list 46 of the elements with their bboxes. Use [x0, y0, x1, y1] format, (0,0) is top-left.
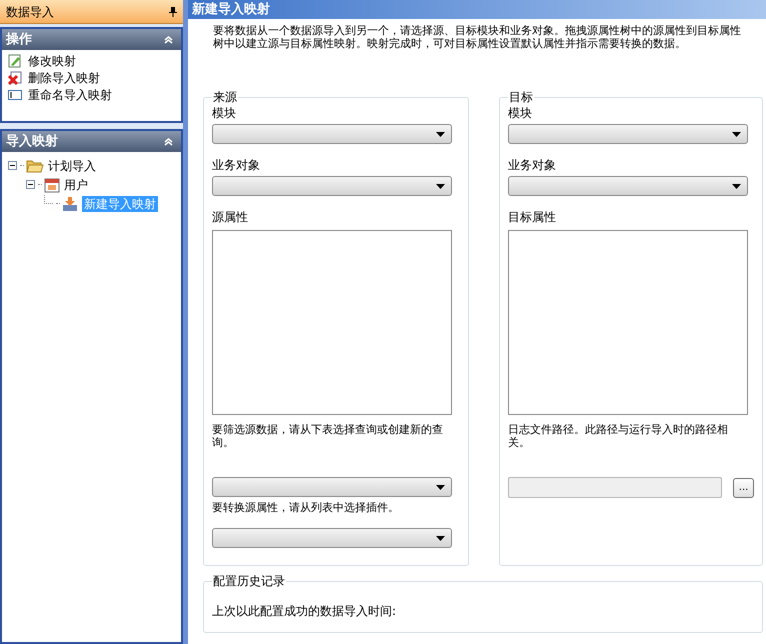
- collapse-icon[interactable]: [8, 161, 17, 170]
- dropdown[interactable]: [508, 176, 748, 196]
- mapping-icon: [62, 196, 80, 212]
- last-import-label: 上次以此配置成功的数据导入时间:: [212, 603, 398, 620]
- field-label: 源属性: [212, 210, 248, 224]
- hint-text: 日志文件路径。此路径与运行导入时的路径相关。: [508, 423, 729, 449]
- description: 要将数据从一个数据源导入到另一个，请选择源、目标模块和业务对象。拖拽源属性树中的源属性到目标属性树中以建立源与目标属性映射。映射完成时，可对目标属性设置默认属性并指示需要转换的数据。: [213, 24, 741, 50]
- group-title: 配置历史记录: [212, 573, 286, 590]
- field-label: 业务对象: [212, 158, 260, 172]
- dropdown[interactable]: [212, 176, 452, 196]
- rename-icon: [8, 90, 22, 100]
- delete-icon: [8, 70, 22, 84]
- folder-icon: [26, 158, 44, 172]
- caret-icon: [732, 132, 741, 136]
- page-title-bar: 新建导入映射: [188, 0, 766, 19]
- dropdown[interactable]: [212, 528, 452, 548]
- field-label: 模块: [508, 106, 532, 120]
- pencil-icon: [8, 54, 22, 68]
- hint-text: 要转换源属性，请从列表中选择插件。: [212, 501, 400, 514]
- caret-icon: [436, 484, 445, 490]
- calendar-icon: [44, 176, 60, 192]
- dropdown[interactable]: [212, 124, 452, 144]
- dropdown[interactable]: [212, 477, 452, 497]
- hint-text: 要筛选源数据，请从下表选择查询或创建新的查询。: [212, 423, 444, 449]
- collapse-icon[interactable]: [26, 180, 35, 189]
- field-label: 业务对象: [508, 158, 556, 172]
- field-label: 目标属性: [508, 210, 556, 224]
- action-link[interactable]: 重命名导入映射: [28, 86, 112, 104]
- caret-icon: [436, 132, 445, 136]
- browse-button[interactable]: ...: [733, 478, 754, 498]
- caret-icon: [436, 536, 445, 540]
- group-title: 来源: [212, 89, 238, 106]
- tree-item[interactable]: 计划导入: [46, 158, 98, 174]
- action-link[interactable]: 修改映射: [28, 52, 76, 70]
- section-header[interactable]: 操作: [2, 29, 181, 50]
- dock-header: 数据导入: [0, 0, 183, 24]
- pin-icon[interactable]: [169, 6, 177, 16]
- caret-icon: [436, 184, 445, 188]
- dropdown[interactable]: [508, 124, 748, 144]
- caret-icon: [732, 184, 741, 188]
- tree-item[interactable]: 用户: [62, 176, 90, 192]
- field-label: 模块: [212, 106, 236, 120]
- group-title: 目标: [508, 89, 534, 106]
- log-path-field[interactable]: [508, 477, 722, 498]
- action-link[interactable]: 删除导入映射: [28, 68, 100, 86]
- section-header[interactable]: 导入映射: [2, 131, 181, 152]
